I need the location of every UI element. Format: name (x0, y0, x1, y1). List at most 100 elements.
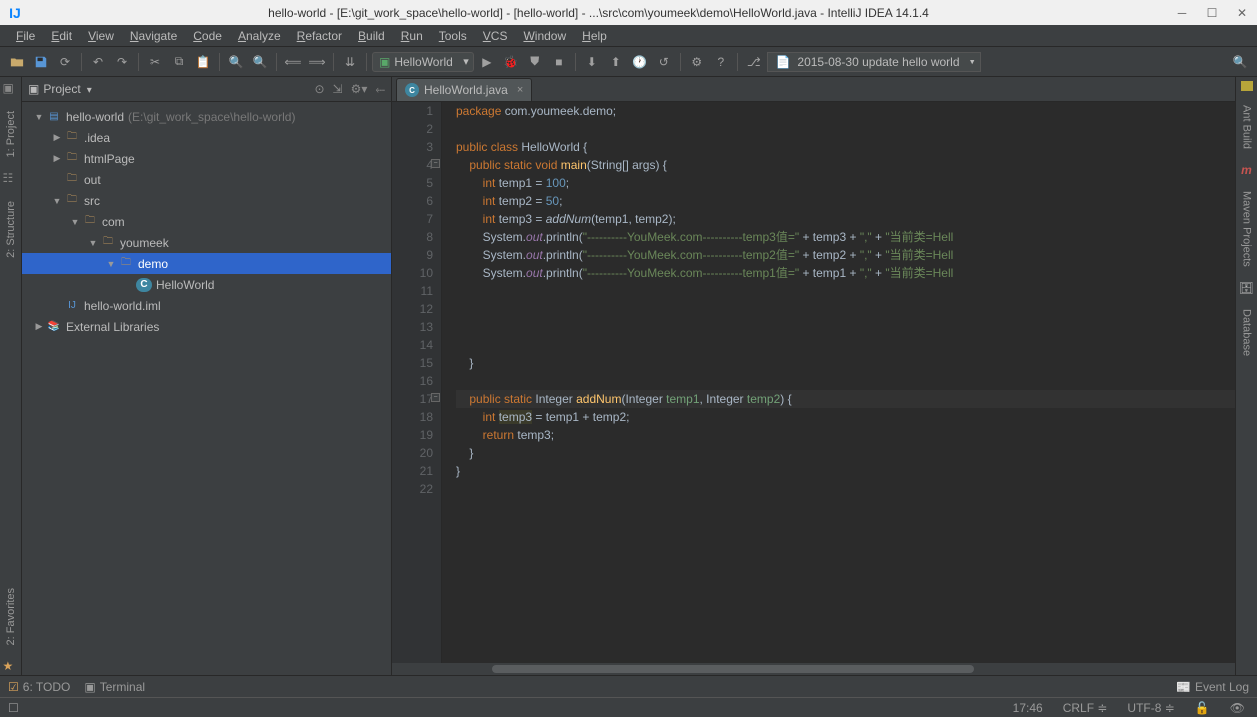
maximize-button[interactable]: ☐ (1197, 0, 1227, 25)
tree-arrow-icon[interactable] (68, 217, 82, 227)
save-icon[interactable] (30, 51, 52, 73)
coverage-icon[interactable]: ⛊ (524, 51, 546, 73)
tree-arrow-icon[interactable] (86, 238, 100, 248)
collapse-all-icon[interactable]: ⇲ (333, 82, 343, 97)
tree-item-youmeek[interactable]: 🗀youmeek (22, 232, 391, 253)
line-number-gutter[interactable]: 1234−567891011121314151617−1819202122 (392, 102, 442, 663)
menu-file[interactable]: File (8, 27, 43, 45)
left-tab-favorites[interactable]: 2: Favorites (3, 582, 19, 651)
tree-item-hello-world-iml[interactable]: IJhello-world.iml (22, 295, 391, 316)
tree-item-hello-world[interactable]: ▤hello-world(E:\git_work_space\hello-wor… (22, 106, 391, 127)
left-tab-structure[interactable]: 2: Structure (3, 195, 19, 264)
tree-item-external-libraries[interactable]: 📚External Libraries (22, 316, 391, 337)
vcs-commit-icon[interactable]: ⬆ (605, 51, 627, 73)
tree-arrow-icon[interactable] (104, 259, 118, 269)
code-area[interactable]: package com.youmeek.demo; public class H… (442, 102, 1235, 663)
favorites-star-icon[interactable]: ★ (3, 659, 19, 675)
bottom-tab-todo[interactable]: ☑6: TODO (8, 680, 70, 694)
close-tab-icon[interactable]: × (517, 84, 523, 96)
run-config-select[interactable]: ▣HelloWorld (372, 52, 474, 72)
horizontal-scrollbar[interactable] (392, 663, 1235, 675)
scroll-from-source-icon[interactable]: ⊙ (314, 82, 324, 97)
menu-analyze[interactable]: Analyze (230, 27, 289, 45)
right-tab-ant[interactable]: Ant Build (1239, 99, 1255, 155)
tree-item-out[interactable]: 🗀out (22, 169, 391, 190)
menu-run[interactable]: Run (393, 27, 431, 45)
toolbar-separator (737, 53, 738, 71)
hide-panel-icon[interactable]: ⬸ (375, 82, 385, 97)
vcs-branch-icon[interactable]: ⎇ (743, 51, 765, 73)
bottom-tab-eventlog[interactable]: 📰Event Log (1176, 680, 1249, 694)
bottom-tab-terminal[interactable]: ▣Terminal (84, 680, 145, 694)
status-lock-icon[interactable]: 🔓 (1191, 701, 1214, 715)
menu-vcs[interactable]: VCS (475, 27, 516, 45)
project-tree[interactable]: ▤hello-world(E:\git_work_space\hello-wor… (22, 102, 391, 675)
back-icon[interactable]: ⟸ (282, 51, 304, 73)
menu-refactor[interactable]: Refactor (289, 27, 350, 45)
vcs-commit-select[interactable]: 📄 2015-08-30 update hello world (767, 52, 981, 72)
tree-arrow-icon[interactable] (32, 321, 46, 332)
tree-item-src[interactable]: 🗀src (22, 190, 391, 211)
help-icon[interactable]: ? (710, 51, 732, 73)
database-icon[interactable]: 🗄 (1239, 281, 1254, 295)
menu-window[interactable]: Window (515, 27, 574, 45)
right-tab-maven[interactable]: Maven Projects (1239, 185, 1255, 273)
debug-icon[interactable]: 🐞 (500, 51, 522, 73)
app-logo-icon: IJ (0, 5, 30, 21)
minimize-button[interactable]: ─ (1167, 0, 1197, 25)
status-line-sep[interactable]: CRLF ≑ (1059, 701, 1112, 715)
menu-build[interactable]: Build (350, 27, 393, 45)
menu-help[interactable]: Help (574, 27, 615, 45)
replace-icon[interactable]: 🔍 (249, 51, 271, 73)
settings-icon[interactable]: ⚙ (686, 51, 708, 73)
paste-icon[interactable]: 📋 (192, 51, 214, 73)
redo-icon[interactable]: ↷ (111, 51, 133, 73)
vcs-revert-icon[interactable]: ↺ (653, 51, 675, 73)
menu-view[interactable]: View (80, 27, 122, 45)
tree-item-htmlpage[interactable]: 🗀htmlPage (22, 148, 391, 169)
tree-label: hello-world (66, 110, 124, 124)
tree-arrow-icon[interactable] (50, 153, 64, 164)
project-tool-icon[interactable]: ▣ (3, 81, 19, 97)
menu-edit[interactable]: Edit (43, 27, 80, 45)
copy-icon[interactable]: ⧉ (168, 51, 190, 73)
menu-code[interactable]: Code (185, 27, 230, 45)
stop-icon[interactable]: ■ (548, 51, 570, 73)
left-tab-project[interactable]: 1: Project (3, 105, 19, 163)
tree-item--idea[interactable]: 🗀.idea (22, 127, 391, 148)
tree-item-demo[interactable]: 🗀demo (22, 253, 391, 274)
tree-arrow-icon[interactable] (32, 112, 46, 122)
vcs-update-icon[interactable]: ⬇ (581, 51, 603, 73)
open-icon[interactable] (6, 51, 28, 73)
undo-icon[interactable]: ↶ (87, 51, 109, 73)
maven-icon[interactable]: m (1241, 163, 1252, 177)
status-hint-icon[interactable]: ☐ (8, 701, 19, 715)
sync-icon[interactable]: ⟳ (54, 51, 76, 73)
scrollbar-thumb[interactable] (492, 665, 974, 673)
status-encoding[interactable]: UTF-8 ≑ (1123, 701, 1178, 715)
menu-tools[interactable]: Tools (431, 27, 475, 45)
menu-navigate[interactable]: Navigate (122, 27, 185, 45)
editor-tab-helloworld[interactable]: C HelloWorld.java × (396, 78, 532, 101)
inspection-marker-icon[interactable] (1241, 81, 1253, 91)
tree-item-helloworld[interactable]: CHelloWorld (22, 274, 391, 295)
right-tab-database[interactable]: Database (1239, 303, 1255, 362)
tree-label: src (84, 194, 100, 208)
tree-arrow-icon[interactable] (50, 196, 64, 206)
forward-icon[interactable]: ⟹ (306, 51, 328, 73)
tree-item-com[interactable]: 🗀com (22, 211, 391, 232)
left-tool-gutter: ▣ 1: Project ☷ 2: Structure 2: Favorites… (0, 77, 22, 675)
tree-arrow-icon[interactable] (50, 132, 64, 143)
run-icon[interactable]: ▶ (476, 51, 498, 73)
structure-tool-icon[interactable]: ☷ (3, 171, 19, 187)
make-icon[interactable]: ⇊ (339, 51, 361, 73)
find-icon[interactable]: 🔍 (225, 51, 247, 73)
status-inspector-icon[interactable]: 👁 (1226, 701, 1249, 715)
vcs-history-icon[interactable]: 🕐 (629, 51, 651, 73)
status-bar: ☐ 17:46 CRLF ≑ UTF-8 ≑ 🔓 👁 (0, 697, 1257, 717)
project-settings-icon[interactable]: ⚙▾ (351, 82, 368, 97)
search-everywhere-icon[interactable]: 🔍 (1229, 51, 1251, 73)
project-view-select[interactable]: ▣ Project (28, 82, 92, 96)
close-button[interactable]: ✕ (1227, 0, 1257, 25)
cut-icon[interactable]: ✂ (144, 51, 166, 73)
